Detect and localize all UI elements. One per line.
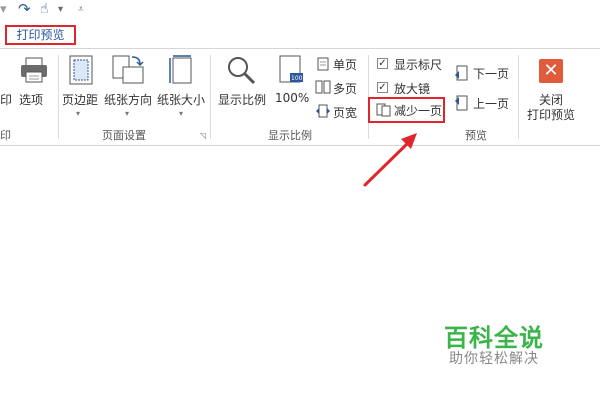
touch-dropdown-icon[interactable]: ▾ xyxy=(58,4,63,15)
ribbon: 印 选项 印 页边距 ▾ 纸张方向 ▾ 纸张大小 ▾ 页面设置 ◹ 显示比例 1… xyxy=(0,48,600,146)
prev-page-icon xyxy=(455,95,468,111)
zoom-100-icon: 100 xyxy=(279,55,303,83)
magnifier-zoom-icon xyxy=(228,57,256,85)
page-width-button[interactable]: 页宽 xyxy=(333,104,357,121)
close-icon: ✕ xyxy=(539,59,563,83)
tab-bar: 打印预览 xyxy=(0,22,600,48)
page-width-icon xyxy=(316,104,330,118)
print-group-label: 印 xyxy=(0,129,11,142)
zoom-100-button[interactable]: 100% xyxy=(275,91,309,105)
touch-mode-icon[interactable]: ☝ xyxy=(40,1,49,17)
divider xyxy=(58,55,59,139)
show-ruler-checkbox[interactable]: ✓ xyxy=(377,58,388,69)
quick-access-toolbar: ▾ ↷ ☝ ▾ ⩡ xyxy=(0,0,600,22)
annotation-arrow-icon xyxy=(363,133,417,187)
prev-page-button[interactable]: 上一页 xyxy=(473,95,509,112)
paper-size-icon xyxy=(169,55,192,84)
multi-page-icon xyxy=(315,80,331,94)
orientation-icon xyxy=(112,55,144,84)
divider xyxy=(518,55,519,139)
redo-icon[interactable]: ↷ xyxy=(18,0,31,18)
print-button-partial[interactable]: 印 xyxy=(0,91,12,108)
dialog-launcher-icon[interactable]: ◹ xyxy=(200,131,206,140)
page-setup-group-label: 页面设置 xyxy=(102,129,146,142)
divider xyxy=(210,55,211,139)
magnifier-checkbox[interactable]: ✓ xyxy=(377,82,388,93)
customize-toolbar-icon[interactable]: ⩡ xyxy=(78,4,84,15)
shrink-one-page-button[interactable]: 减少一页 xyxy=(394,102,442,119)
svg-text:100: 100 xyxy=(291,75,303,82)
options-button[interactable]: 选项 xyxy=(19,91,43,108)
orientation-dropdown-icon[interactable]: ▾ xyxy=(125,109,129,118)
next-page-icon xyxy=(455,65,468,81)
margins-dropdown-icon[interactable]: ▾ xyxy=(76,109,80,118)
toolbar-overflow: ▾ xyxy=(0,2,7,17)
paper-size-dropdown-icon[interactable]: ▾ xyxy=(179,109,183,118)
tab-print-preview[interactable]: 打印预览 xyxy=(5,25,76,45)
printer-icon xyxy=(21,57,47,83)
orientation-button[interactable]: 纸张方向 xyxy=(104,91,152,108)
shrink-one-page-icon xyxy=(376,103,391,117)
show-ruler-label[interactable]: 显示标尺 xyxy=(394,56,442,73)
paper-size-button[interactable]: 纸张大小 xyxy=(157,91,205,108)
zoom-group-label: 显示比例 xyxy=(268,129,312,142)
margins-icon xyxy=(69,55,93,85)
margins-button[interactable]: 页边距 xyxy=(62,91,98,108)
multi-page-button[interactable]: 多页 xyxy=(333,80,357,97)
preview-group-label: 预览 xyxy=(465,129,487,142)
zoom-button[interactable]: 显示比例 xyxy=(218,91,266,108)
single-page-icon xyxy=(317,57,329,71)
single-page-button[interactable]: 单页 xyxy=(333,56,357,73)
close-preview-line2[interactable]: 打印预览 xyxy=(527,106,575,123)
magnifier-label[interactable]: 放大镜 xyxy=(394,80,430,97)
watermark-subtitle: 助你轻松解决 xyxy=(449,351,539,367)
next-page-button[interactable]: 下一页 xyxy=(473,65,509,82)
